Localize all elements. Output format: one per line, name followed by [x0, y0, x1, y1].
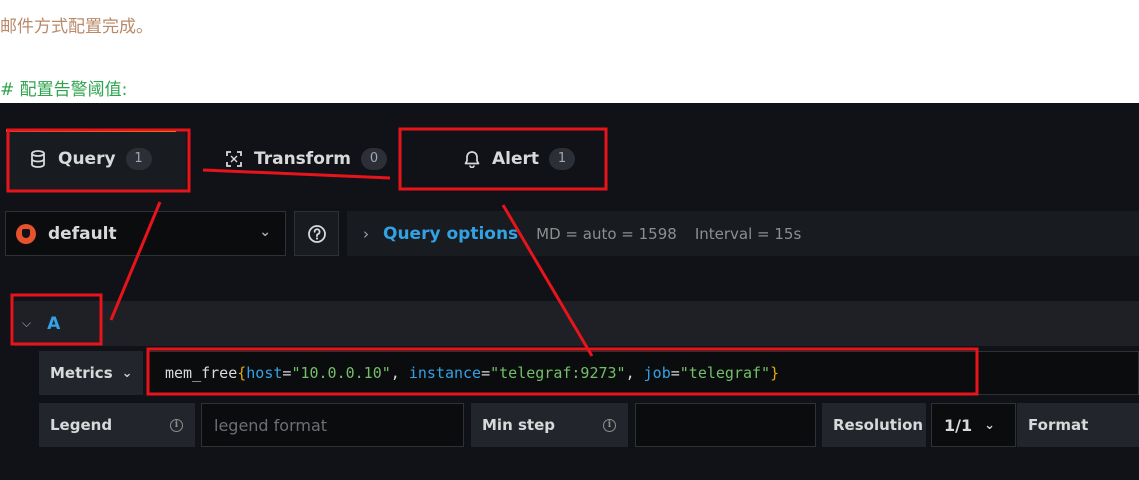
- promql-separator: ,: [625, 364, 644, 382]
- promql-operator: =: [282, 364, 292, 382]
- promql-metric-name: mem_free: [165, 364, 238, 382]
- min-step-label-box: Min step i: [471, 403, 628, 447]
- tab-alert[interactable]: Alert 1: [462, 148, 576, 170]
- legend-label-box: Legend i: [39, 403, 195, 447]
- grafana-query-panel: Query 1 Transform 0 Alert 1 default ⌄ › …: [0, 103, 1139, 480]
- query-options-md: MD = auto = 1598: [536, 224, 677, 243]
- chevron-right-icon: ›: [363, 224, 369, 243]
- doc-text-email-config-done: 邮件方式配置完成。: [0, 17, 153, 37]
- tab-query[interactable]: Query 1: [28, 148, 152, 170]
- metrics-browser-button[interactable]: Metrics ⌄: [39, 351, 143, 395]
- promql-label-value: "telegraf": [679, 364, 771, 382]
- database-icon: [28, 149, 48, 169]
- legend-label: Legend: [50, 416, 113, 434]
- tab-transform[interactable]: Transform 0: [224, 148, 387, 170]
- promql-operator: =: [670, 364, 680, 382]
- tab-alert-count-badge: 1: [549, 148, 576, 170]
- promql-label-key: instance: [408, 364, 482, 382]
- tab-query-label: Query: [58, 149, 116, 169]
- min-step-label: Min step: [482, 416, 555, 434]
- info-icon[interactable]: i: [170, 418, 183, 432]
- editor-tab-bar: Query 1 Transform 0 Alert 1: [0, 103, 1139, 190]
- datasource-name: default: [48, 223, 117, 244]
- help-button[interactable]: [294, 211, 339, 256]
- resolution-value: 1/1: [944, 415, 973, 435]
- format-label-box: Format: [1017, 403, 1139, 447]
- chevron-down-icon: ⌄: [984, 417, 996, 433]
- info-icon[interactable]: i: [603, 418, 616, 432]
- metrics-label: Metrics: [50, 364, 113, 382]
- min-step-input[interactable]: [635, 403, 816, 447]
- query-refid: A: [47, 313, 61, 334]
- promql-separator: ,: [390, 364, 409, 382]
- query-options-interval: Interval = 15s: [694, 224, 802, 243]
- promql-brace-open: {: [237, 364, 247, 382]
- promql-label-key: job: [643, 364, 671, 382]
- datasource-picker[interactable]: default ⌄: [5, 211, 286, 256]
- chevron-down-icon: ⌄: [259, 224, 271, 240]
- chevron-down-icon: ⌄: [121, 365, 133, 381]
- promql-query-editor[interactable]: mem_free{host = "10.0.0.10", instance = "tel…: [148, 351, 1139, 395]
- tab-query-count-badge: 1: [125, 148, 152, 170]
- resolution-label: Resolution: [833, 416, 924, 434]
- query-options-title: Query options: [383, 223, 519, 244]
- transform-icon: [224, 149, 244, 169]
- legend-format-input[interactable]: legend format: [201, 403, 464, 447]
- promql-label-key: host: [246, 364, 283, 382]
- collapse-chevron-icon[interactable]: ⌵: [22, 316, 31, 331]
- query-options-toggle[interactable]: › Query options MD = auto = 1598 Interva…: [347, 211, 1139, 256]
- promql-label-value: "telegraf:9273": [490, 364, 626, 382]
- question-circle-icon: [307, 224, 326, 243]
- resolution-label-box: Resolution: [822, 403, 926, 447]
- prometheus-logo-icon: [16, 223, 36, 244]
- legend-format-placeholder: legend format: [214, 415, 328, 435]
- tab-transform-label: Transform: [254, 149, 351, 169]
- format-label: Format: [1028, 416, 1089, 434]
- tab-transform-count-badge: 0: [360, 148, 387, 170]
- resolution-select[interactable]: 1/1 ⌄: [931, 403, 1016, 447]
- active-tab-accent: [6, 129, 176, 132]
- promql-operator: =: [481, 364, 491, 382]
- query-row-header[interactable]: ⌵ A: [14, 301, 1139, 346]
- bell-icon: [462, 149, 482, 169]
- tab-alert-label: Alert: [492, 149, 540, 169]
- doc-heading-configure-alert-threshold: # 配置告警阈值:: [0, 80, 128, 100]
- promql-label-value: "10.0.0.10": [291, 364, 391, 382]
- promql-brace-close: }: [770, 364, 780, 382]
